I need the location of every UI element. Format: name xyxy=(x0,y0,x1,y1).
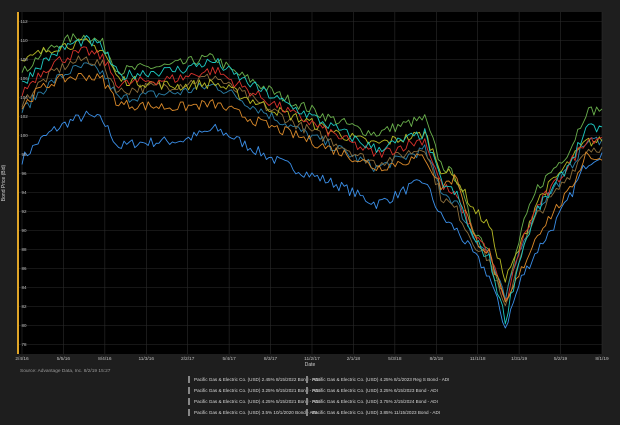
y-tick-label: 86 xyxy=(21,266,27,271)
x-tick-label: 8/1/19 xyxy=(595,356,609,362)
y-tick-label: 88 xyxy=(21,247,27,252)
x-tick-label: 8/2/18 xyxy=(430,356,444,362)
legend-label: Pacific Gas & Electric Co. (USD) 3.5% 10… xyxy=(194,410,318,415)
x-tick-label: 2/4/16 xyxy=(15,356,29,362)
y-tick-label: 98 xyxy=(21,152,27,157)
chart-svg: 2/4/16 5/5/16 8/4/16 11/3/16 2/2/17 5/4/17 8/3… xyxy=(0,0,620,420)
x-axis-label: Date xyxy=(305,362,316,368)
legend-label: Pacific Gas & Electric Co. (USD) 4.25% 5… xyxy=(194,399,320,404)
y-tick-label: 90 xyxy=(21,228,27,233)
y-tick-label: 82 xyxy=(21,304,27,309)
legend-swatch xyxy=(188,376,190,383)
x-tick-label: 8/3/17 xyxy=(264,356,278,362)
y-tick-label: 92 xyxy=(21,209,27,214)
y-tick-label: 102 xyxy=(20,114,28,119)
x-tick-label: 8/4/16 xyxy=(98,356,112,362)
x-tick-label: 11/3/16 xyxy=(138,356,154,362)
y-tick-label: 84 xyxy=(21,285,27,290)
y-tick-label: 100 xyxy=(20,133,28,138)
y-tick-label: 94 xyxy=(21,190,27,195)
source-note: Source: Advantage Data, Inc. 8/2/19 15:2… xyxy=(20,368,111,374)
plot-area xyxy=(18,12,602,354)
x-tick-label: 2/2/17 xyxy=(181,356,195,362)
legend-swatch xyxy=(306,409,308,416)
legend-swatch xyxy=(306,376,308,383)
legend-item: Pacific Gas & Electric Co. (USD) 4.25% 5… xyxy=(188,398,320,405)
legend-item: Pacific Gas & Electric Co. (USD) 4.25% 8… xyxy=(306,376,449,383)
legend-item: Pacific Gas & Electric Co. (USD) 3.25% 9… xyxy=(188,387,320,394)
chart: 2/4/16 5/5/16 8/4/16 11/3/16 2/2/17 5/4/17 8/3… xyxy=(0,0,620,420)
legend-label: Pacific Gas & Electric Co. (USD) 2.45% 8… xyxy=(194,377,320,382)
legend-label: Pacific Gas & Electric Co. (USD) 3.25% 6… xyxy=(312,388,438,393)
y-tick-label: 110 xyxy=(20,38,28,43)
legend-item: Pacific Gas & Electric Co. (USD) 3.75% 2… xyxy=(306,398,438,405)
y-tick-label: 106 xyxy=(20,76,28,81)
y-tick-label: 108 xyxy=(20,57,28,62)
legend-swatch xyxy=(188,398,190,405)
legend: Pacific Gas & Electric Co. (USD) 2.45% 8… xyxy=(188,376,488,416)
x-tick-label: 5/5/16 xyxy=(57,356,71,362)
legend-swatch xyxy=(188,387,190,394)
legend-item: Pacific Gas & Electric Co. (USD) 2.45% 8… xyxy=(188,376,320,383)
x-tick-label: 5/3/18 xyxy=(388,356,402,362)
legend-item: Pacific Gas & Electric Co. (USD) 3.5% 10… xyxy=(188,409,317,416)
y-tick-label: 112 xyxy=(20,19,28,24)
x-tick-label: 1/31/19 xyxy=(511,356,527,362)
legend-swatch xyxy=(188,409,190,416)
x-tick-label: 5/2/19 xyxy=(554,356,568,362)
legend-label: Pacific Gas & Electric Co. (USD) 3.25% 9… xyxy=(194,388,320,393)
y-tick-label: 104 xyxy=(20,95,28,100)
x-tick-label: 5/4/17 xyxy=(222,356,236,362)
y-tick-label: 78 xyxy=(21,342,27,347)
legend-label: Pacific Gas & Electric Co. (USD) 3.75% 2… xyxy=(312,399,438,404)
y-tick-label: 80 xyxy=(21,323,27,328)
y-tick-label: 96 xyxy=(21,171,27,176)
legend-item: Pacific Gas & Electric Co. (USD) 3.85% 1… xyxy=(306,409,440,416)
x-tick-label: 2/1/18 xyxy=(347,356,361,362)
legend-label: Pacific Gas & Electric Co. (USD) 4.25% 8… xyxy=(312,377,450,382)
x-tick-label: 11/1/18 xyxy=(470,356,486,362)
legend-item: Pacific Gas & Electric Co. (USD) 3.25% 6… xyxy=(306,387,438,394)
legend-label: Pacific Gas & Electric Co. (USD) 3.85% 1… xyxy=(312,410,441,415)
legend-swatch xyxy=(306,387,308,394)
y-axis-label: Bond Price (Bid) xyxy=(1,164,7,201)
legend-swatch xyxy=(306,398,308,405)
